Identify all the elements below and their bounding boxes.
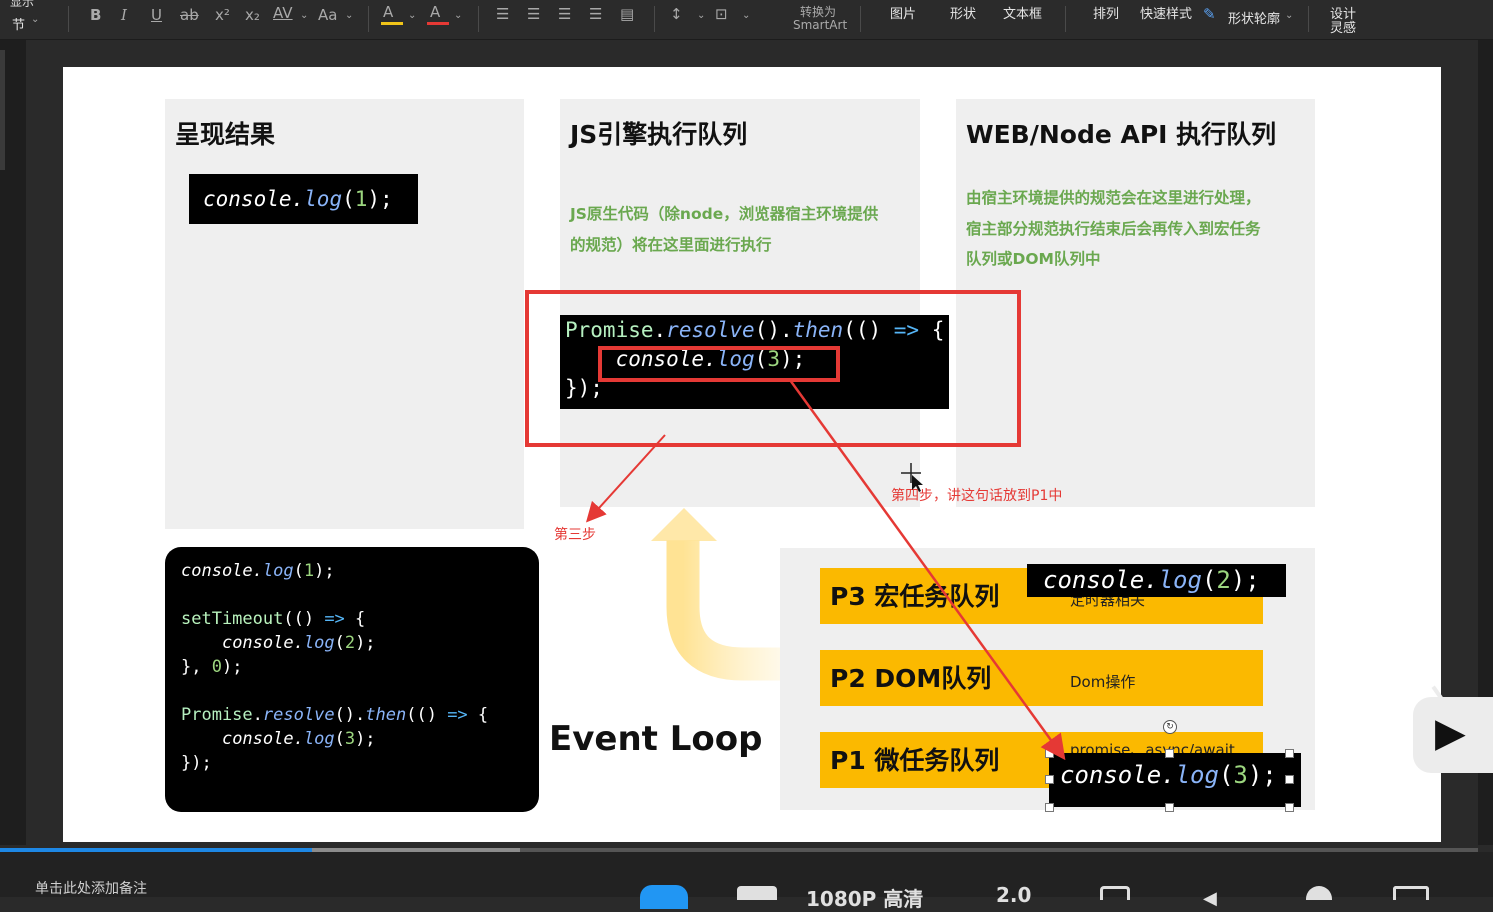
bold-button[interactable]: B [90,6,101,24]
subtitle-icon[interactable] [737,886,777,900]
strikethrough-button[interactable]: ab [180,6,199,24]
line-spacing-icon[interactable]: ↕ [670,5,683,23]
justify-icon[interactable]: ☰ [589,5,602,23]
fullscreen-icon[interactable] [1393,886,1429,900]
step3-arrow [585,434,666,523]
shape-button[interactable]: 形状 [950,3,976,22]
section-button[interactable]: 节 [12,14,25,33]
event-loop-arrow-body [666,540,780,681]
notes-placeholder[interactable]: 单击此处添加备注 [35,878,147,898]
align-left-icon[interactable]: ☰ [496,5,509,23]
font-color-swatch [427,22,449,25]
convert-smartart-line2[interactable]: SmartArt [793,18,847,32]
divider [1065,6,1066,32]
move-cursor-icon [901,463,923,492]
chevron-down-icon[interactable]: ⌄ [300,10,308,21]
step4-arrow [788,379,1066,761]
subscript-button[interactable]: x₂ [245,6,260,24]
divider [1308,6,1309,32]
divider [478,6,479,32]
arrange-button[interactable]: 排列 [1093,3,1119,22]
textbox-button[interactable]: 文本框 [1003,3,1042,22]
superscript-button[interactable]: x² [215,6,230,24]
chevron-down-icon[interactable]: ⌄ [697,10,705,21]
picture-button[interactable]: 图片 [890,3,916,22]
font-color-button[interactable]: A [430,3,440,21]
slide-canvas[interactable]: 呈现结果 console.log(1); JS引擎执行队列 JS原生代码（除no… [63,67,1441,842]
settings-icon[interactable] [1306,886,1332,900]
floating-play-widget[interactable]: ▶ [1413,697,1493,773]
chevron-down-icon[interactable]: ⌄ [345,10,353,21]
pen-icon[interactable]: ✎ [1203,5,1216,23]
play-icon[interactable]: ▶ [1435,711,1466,755]
arrow-overlay [585,379,1066,761]
shape-outline-button[interactable]: 形状轮廓 [1228,8,1280,27]
event-loop-arrow-head [651,508,717,541]
divider [68,6,69,32]
volume-icon[interactable]: ◀ [1203,888,1217,909]
speed-button[interactable]: 2.0 [996,883,1031,907]
chevron-down-icon[interactable]: ⌄ [31,14,39,25]
highlight-color-swatch [381,22,403,25]
distributed-icon[interactable]: ▤ [620,5,634,23]
divider [368,6,369,32]
align-center-icon[interactable]: ☰ [527,5,540,23]
chevron-down-icon[interactable]: ⌄ [454,10,462,21]
text-box-align-icon[interactable]: ⊡ [715,5,728,23]
divider [860,6,861,32]
highlight-button[interactable]: A [383,3,393,21]
design-ideas-line2[interactable]: 灵感 [1330,17,1356,36]
notes-and-player-bar: 单击此处添加备注 1080P 高清 2.0 ◀ [0,852,1493,911]
chevron-down-icon[interactable]: ⌄ [742,10,750,21]
danmaku-icon[interactable] [1100,886,1130,900]
chevron-down-icon[interactable]: ⌄ [408,10,416,21]
align-right-icon[interactable]: ☰ [558,5,571,23]
thumbnail-pane [0,40,26,845]
display-label: 显示 [10,0,35,9]
player-logo-icon[interactable] [640,885,688,909]
thumbnail-selection[interactable] [0,50,5,170]
change-case-button[interactable]: Aa [318,6,337,24]
character-spacing-button[interactable]: AV [273,4,293,22]
quick-styles-button[interactable]: 快速样式 [1140,3,1192,22]
chevron-down-icon[interactable]: ⌄ [1285,10,1293,21]
quality-button[interactable]: 1080P 高清 [806,883,923,912]
underline-button[interactable]: U [151,6,162,24]
italic-button[interactable]: I [121,6,127,24]
divider [654,6,655,32]
ribbon-toolbar: 显示 节 ⌄ B I U ab x² x₂ AV ⌄ Aa ⌄ A ⌄ A ⌄ … [0,0,1493,40]
